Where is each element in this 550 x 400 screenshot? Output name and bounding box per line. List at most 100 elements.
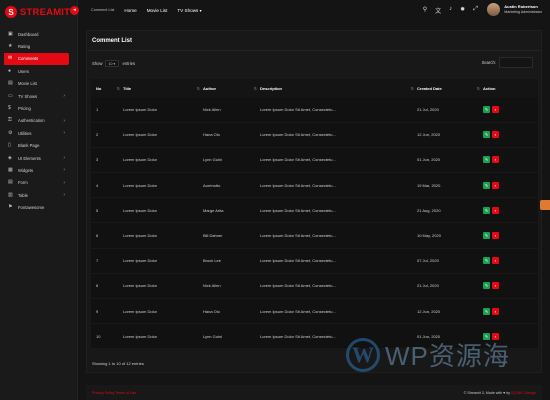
user-menu[interactable]: Austin Robertson Marketing Administrator: [487, 3, 542, 16]
delete-button[interactable]: ▪: [492, 181, 499, 189]
row-actions: ✎ ▪: [483, 105, 538, 113]
sidebar-item-dashboard[interactable]: ▣ Dashboard: [0, 28, 69, 40]
edit-button[interactable]: ✎: [483, 257, 490, 265]
tv-shows-label: TV Shows: [177, 7, 199, 13]
layers-icon: ◈: [8, 154, 12, 161]
comment-icon: ✉: [8, 55, 13, 62]
col-description[interactable]: Description ⇅: [260, 79, 417, 97]
sidebar-item-fontawesome[interactable]: ⚑ Fontawesome: [0, 201, 69, 213]
cell-action: ✎ ▪: [483, 223, 538, 248]
sidebar-item-movie-list[interactable]: ▤ Movie List: [0, 78, 69, 90]
edit-button[interactable]: ✎: [483, 105, 490, 113]
cell-no: 9: [96, 308, 99, 314]
sidebar-item-pricing[interactable]: $ Pricing: [0, 102, 69, 114]
sidebar-item-label: Form: [18, 180, 28, 186]
chevron-right-icon: ›: [63, 179, 65, 186]
col-created-date[interactable]: Created Date ⇅: [417, 79, 483, 97]
sidebar-item-comments[interactable]: ✉ Comments: [4, 52, 69, 66]
sidebar-item-rating[interactable]: ★ Rating: [0, 40, 69, 52]
search-input[interactable]: [499, 57, 533, 68]
sidebar-item-form[interactable]: ▤ Form ›: [0, 177, 69, 189]
edit-button[interactable]: ✎: [483, 156, 490, 164]
cell-description: Lorem Ipsum Dolor Sit Amet, Consectetu..…: [260, 157, 336, 163]
col-no[interactable]: No ⇅: [91, 79, 123, 97]
delete-button[interactable]: ▪: [492, 105, 499, 113]
row-actions: ✎ ▪: [483, 206, 538, 214]
cell-title: Lorem Ipsum Dolor: [123, 283, 158, 289]
table-row: 8 Lorem Ipsum Dolor Nick Allen Lorem Ipsum …: [91, 273, 538, 299]
bell-icon[interactable]: ♪: [449, 6, 452, 15]
edit-button[interactable]: ✎: [483, 307, 490, 315]
top-link-home[interactable]: Home: [124, 8, 136, 13]
delete-button[interactable]: ▪: [492, 257, 499, 265]
table-row: 9 Lorem Ipsum Dolor Hana Olo Lorem Ipsum Do…: [91, 298, 538, 324]
sidebar-item-label: Utilities: [18, 130, 32, 136]
sidebar-item-users[interactable]: ● Users: [0, 65, 69, 77]
top-link-movie-list[interactable]: Movie List: [147, 8, 168, 13]
menu-toggle-icon[interactable]: ◂: [70, 5, 79, 15]
settings-icon[interactable]: ✹: [460, 6, 465, 15]
sort-icon: ⇅: [476, 85, 480, 91]
logo[interactable]: S STREAMIT: [0, 0, 77, 24]
cell-author: Marge Arita: [203, 207, 224, 213]
language-icon[interactable]: 文: [435, 6, 441, 15]
company-link[interactable]: IQONIC Design: [511, 391, 536, 395]
cell-action: ✎ ▪: [483, 97, 538, 122]
col-title[interactable]: Title ⇅: [123, 79, 203, 97]
row-actions: ✎ ▪: [483, 156, 538, 164]
sidebar-item-tv-shows[interactable]: ▭ TV Shows ›: [0, 90, 69, 102]
edit-button[interactable]: ✎: [483, 181, 490, 189]
delete-button[interactable]: ▪: [492, 307, 499, 315]
edit-button[interactable]: ✎: [483, 206, 490, 214]
col-author[interactable]: Author ⇅: [203, 79, 260, 97]
edit-button[interactable]: ✎: [483, 282, 490, 290]
cell-created-date: 21 Jul, 2020: [417, 106, 439, 112]
show-label: Show: [92, 61, 103, 66]
sidebar-item-widgets[interactable]: ▦ Widgets ›: [0, 164, 69, 176]
footer-links[interactable]: Privacy Policy Terms of Use: [92, 391, 136, 395]
trash-icon: ▪: [494, 157, 497, 163]
chevron-right-icon: ›: [63, 117, 65, 124]
sidebar-item-table[interactable]: ▥ Table ›: [0, 189, 69, 201]
table-info: Showing 1 to 10 of 12 entries: [92, 361, 144, 366]
cell-title: Lorem Ipsum Dolor: [123, 157, 158, 163]
dashboard-icon: ▣: [8, 30, 13, 37]
sidebar-item-label: Rating: [18, 44, 31, 50]
col-title-label: Title: [123, 85, 132, 91]
app-root: S STREAMIT ▣ Dashboard ★ Rating ✉ Comments ● Us…: [0, 0, 550, 400]
settings-drawer-tab[interactable]: [540, 200, 550, 210]
cell-author: Brock Lee: [203, 258, 222, 264]
lock-icon: ⚿: [8, 117, 12, 124]
cell-created-date: 21 Aug, 2020: [417, 207, 441, 213]
cell-author: Nick Allen: [203, 283, 221, 289]
cell-no: 5: [96, 207, 99, 213]
delete-button[interactable]: ▪: [492, 282, 499, 290]
avatar: [487, 3, 501, 16]
top-link-comment-list[interactable]: Comment List: [91, 8, 114, 13]
delete-button[interactable]: ▪: [492, 131, 499, 139]
sidebar-item-utilities[interactable]: ⚙ Utilities ›: [0, 127, 69, 139]
cell-title: Lorem Ipsum Dolor: [123, 106, 158, 112]
cell-created-date: 10 May, 2020: [417, 233, 441, 239]
sidebar-item-authentication[interactable]: ⚿ Authentication ›: [0, 115, 69, 127]
cell-author: Lynn Guini: [203, 333, 222, 339]
sidebar-item-blank-page[interactable]: ▯ Blank Page: [0, 140, 69, 152]
delete-button[interactable]: ▪: [492, 232, 499, 240]
row-actions: ✎ ▪: [483, 257, 538, 265]
top-link-tv-shows[interactable]: TV Shows ▾: [177, 8, 201, 13]
edit-button[interactable]: ✎: [483, 232, 490, 240]
comment-list-card: Comment List Show 10 ▾ entries Search: N…: [86, 30, 542, 373]
delete-button[interactable]: ▪: [492, 156, 499, 164]
delete-button[interactable]: ▪: [492, 206, 499, 214]
search-icon[interactable]: ⚲: [423, 6, 427, 15]
col-no-label: No: [96, 85, 102, 91]
col-created-date-label: Created Date: [417, 85, 442, 91]
page-icon: ▯: [8, 142, 11, 149]
edit-button[interactable]: ✎: [483, 131, 490, 139]
fullscreen-icon[interactable]: ⤢: [473, 6, 478, 15]
cell-author: Lynn Guini: [203, 157, 222, 163]
entries-select[interactable]: 10 ▾: [105, 60, 120, 67]
cell-title: Lorem Ipsum Dolor: [123, 258, 158, 264]
table-row: 7 Lorem Ipsum Dolor Brock Lee Lorem Ipsum D…: [91, 248, 538, 274]
sidebar-item-ui-elements[interactable]: ◈ UI Elements ›: [0, 152, 69, 164]
